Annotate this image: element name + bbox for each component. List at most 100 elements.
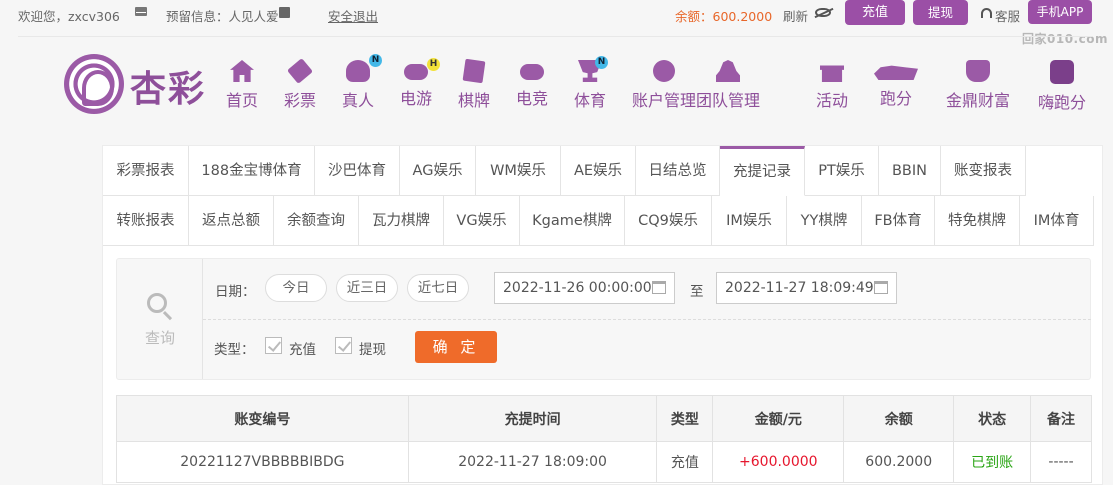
tab-vg[interactable]: VG娱乐 [444,196,520,246]
query-divider [203,319,1091,320]
header-divider [18,36,1093,37]
tab-im-entertainment[interactable]: IM娱乐 [712,196,787,246]
refresh-link[interactable]: 刷新 [783,6,808,25]
nav-label: 团队管理 [696,91,761,110]
nav-sports[interactable]: N 体育 [574,56,609,111]
gift-icon [820,65,844,82]
mail-icon[interactable] [135,7,147,16]
calendar-icon[interactable] [874,281,888,294]
watermark: 回家010.com [1022,32,1108,46]
withdraw-checkbox[interactable] [335,337,352,354]
edit-icon[interactable] [279,7,290,18]
calendar-icon[interactable] [652,281,666,294]
yen-coin-icon [653,60,675,82]
tab-deposit-withdraw-records[interactable]: 充提记录 [720,146,805,196]
nav-esports[interactable]: 电竞 [516,60,548,109]
start-date-value: 2022-11-26 00:00:00 [503,280,652,296]
date-to-label: 至 [690,284,704,300]
withdraw-checkbox-label[interactable]: 提现 [359,338,386,358]
withdraw-button[interactable]: 提现 [913,0,968,25]
query-side: 查询 [117,259,203,379]
logo-mark-icon [64,54,124,114]
tab-wm[interactable]: WM娱乐 [476,146,561,196]
nav-label: 首页 [226,91,259,110]
header-amount: 金额/元 [712,395,845,442]
live-dealer-icon: N [346,54,382,82]
logout-link[interactable]: 安全退出 [328,6,378,25]
nav-label: 电竞 [516,89,549,108]
header-time: 充提时间 [407,395,658,442]
confirm-button[interactable]: 确 定 [415,331,497,363]
deposit-button[interactable]: 充值 [845,0,905,25]
cell-amount: +600.0000 [712,441,845,483]
tab-temian-cards[interactable]: 特免棋牌 [935,196,1020,246]
tab-kgame-cards[interactable]: Kgame棋牌 [520,196,625,246]
cell-time: 2022-11-27 18:09:00 [407,441,658,483]
cards-icon [462,58,486,84]
tab-188-sports[interactable]: 188金宝博体育 [189,146,315,196]
start-date-input[interactable]: 2022-11-26 00:00:00 [494,272,675,304]
header-status: 状态 [953,395,1032,442]
date-label: 日期： [215,284,256,300]
tab-yy-cards[interactable]: YY棋牌 [787,196,862,246]
new-badge: N [369,54,382,67]
query-label: 查询 [144,329,175,347]
last-7-days-button[interactable]: 近七日 [407,274,469,302]
nav-jinding[interactable]: 金鼎财富 [946,60,1010,111]
nav-live[interactable]: N 真人 [342,54,382,111]
cell-status: 已到账 [953,441,1032,483]
nav-label: 活动 [816,91,849,110]
deposit-checkbox-label[interactable]: 充值 [289,338,316,358]
tab-wali-cards[interactable]: 瓦力棋牌 [359,196,444,246]
tab-fb-sports[interactable]: FB体育 [862,196,935,246]
customer-service-link[interactable]: 客服 [995,6,1020,25]
nav-label: 彩票 [284,91,317,110]
search-icon [147,293,167,313]
nav-hi-paofen[interactable]: 嗨跑分 [1038,60,1086,113]
records-table: 账变编号 充提时间 类型 金额/元 余额 状态 备注 20221127VBBBB… [116,395,1092,483]
nav-label: 金鼎财富 [946,91,1011,110]
balance-text: 余额：600.2000 [675,9,773,24]
type-label: 类型： [214,342,255,358]
site-logo[interactable]: 杏彩 [64,54,214,114]
nav-team[interactable]: 团队管理 [696,60,760,111]
table-header-row: 账变编号 充提时间 类型 金额/元 余额 状态 备注 [116,395,1092,442]
rhino-icon [874,65,918,80]
nav-lottery[interactable]: 彩票 [284,58,317,111]
tab-ae[interactable]: AE娱乐 [561,146,636,196]
nav-label: 电游 [400,89,433,108]
tab-bbin[interactable]: BBIN [879,146,941,196]
nav-slots[interactable]: H 电游 [400,58,440,109]
headset-icon[interactable] [981,8,992,18]
table-row: 20221127VBBBBBIBDG 2022-11-27 18:09:00 充… [116,441,1092,483]
nav-label: 跑分 [879,89,912,108]
tab-account-change-report[interactable]: 账变报表 [941,146,1026,196]
tab-cq9[interactable]: CQ9娱乐 [625,196,712,246]
nav-account[interactable]: 账户管理 [632,60,696,111]
tab-rebate-total[interactable]: 返点总额 [189,196,274,246]
nav-home[interactable]: 首页 [226,60,258,111]
end-date-value: 2022-11-27 18:09:49 [725,280,874,296]
nav-label: 真人 [342,91,375,110]
hide-balance-icon[interactable] [815,8,831,17]
today-button[interactable]: 今日 [265,274,327,302]
tab-saba-sports[interactable]: 沙巴体育 [315,146,400,196]
last-3-days-button[interactable]: 近三日 [336,274,398,302]
team-icon [716,60,740,82]
tab-daily-overview[interactable]: 日结总览 [636,146,720,196]
tab-lottery-report[interactable]: 彩票报表 [103,146,189,196]
mobile-app-button[interactable]: 手机APP [1028,0,1092,24]
report-tabs-row-1: 彩票报表 188金宝博体育 沙巴体育 AG娱乐 WM娱乐 AE娱乐 日结总览 充… [103,146,1026,196]
deposit-checkbox[interactable] [265,337,282,354]
gamepad-icon: H [404,58,440,80]
nav-label: 体育 [574,91,607,110]
tab-transfer-report[interactable]: 转账报表 [103,196,189,246]
nav-chess-cards[interactable]: 棋牌 [458,58,490,111]
tab-balance-query[interactable]: 余额查询 [274,196,359,246]
nav-promotions[interactable]: 活动 [816,60,848,111]
tab-im-sports[interactable]: IM体育 [1020,196,1094,246]
tab-pt[interactable]: PT娱乐 [805,146,879,196]
nav-paofen[interactable]: 跑分 [874,60,918,109]
end-date-input[interactable]: 2022-11-27 18:09:49 [716,272,897,304]
tab-ag[interactable]: AG娱乐 [400,146,476,196]
